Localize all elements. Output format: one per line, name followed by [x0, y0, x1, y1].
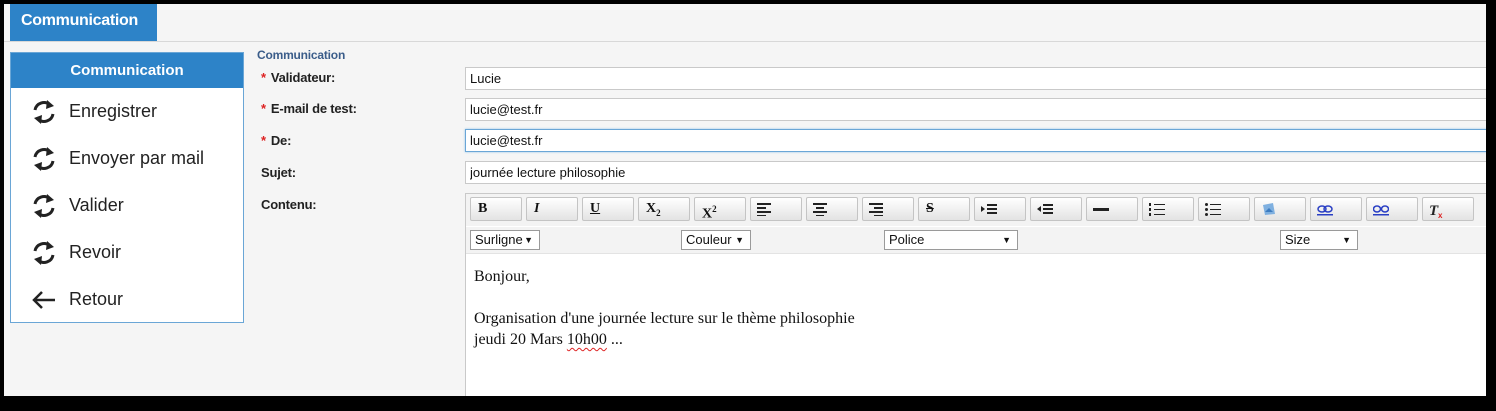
required-marker: *	[261, 101, 266, 116]
underline-button[interactable]: U	[582, 197, 634, 221]
editor-content-area[interactable]: Bonjour, Organisation d'une journée lect…	[466, 254, 1486, 396]
subscript-button[interactable]: X2	[638, 197, 690, 221]
side-menu: Communication Enregistrer Envoyer par ma…	[10, 52, 244, 323]
contenu-label: Contenu:	[261, 197, 317, 212]
strikethrough-button[interactable]: S	[918, 197, 970, 221]
horizontal-rule-button[interactable]	[1086, 197, 1138, 221]
size-dropdown[interactable]: Size ▼	[1280, 230, 1358, 250]
outdent-icon	[1037, 204, 1053, 214]
content-line: Bonjour,	[474, 268, 530, 285]
unlink-icon	[1373, 205, 1389, 216]
refresh-icon	[29, 97, 59, 127]
clear-format-icon: Tx	[1429, 203, 1443, 218]
menu-item-label: Envoyer par mail	[69, 148, 205, 168]
unlink-button[interactable]	[1366, 197, 1418, 221]
form-legend: Communication	[257, 48, 346, 62]
dropdown-arrow-icon: ▼	[735, 235, 744, 245]
menu-item-retour[interactable]: Retour	[11, 276, 243, 323]
menu-item-label: Revoir	[69, 242, 122, 262]
menu-item-revoir[interactable]: Revoir	[11, 229, 243, 276]
superscript-button[interactable]: X2	[694, 197, 746, 222]
align-right-icon	[869, 203, 883, 216]
align-center-button[interactable]	[806, 197, 858, 221]
editor-toolbar: B I U X2 X2 S T x	[466, 194, 1486, 226]
indent-button[interactable]	[974, 197, 1026, 221]
app-window: Communication Communication Enregistrer …	[4, 4, 1486, 396]
refresh-icon	[29, 144, 59, 174]
italic-button[interactable]: I	[526, 197, 578, 221]
dropdown-arrow-icon: ▼	[1002, 235, 1011, 245]
clear-format-button[interactable]: Tx	[1422, 197, 1474, 221]
insert-image-button[interactable]	[1254, 197, 1306, 221]
tab-communication[interactable]: Communication	[10, 4, 157, 41]
menu-item-envoyer-par-mail[interactable]: Envoyer par mail	[11, 135, 243, 182]
de-field[interactable]	[465, 129, 1486, 152]
indent-icon	[981, 204, 997, 214]
horizontal-rule-icon	[1093, 208, 1109, 211]
svg-text:x: x	[1438, 211, 1443, 218]
misspelled-word: 10h00	[566, 331, 607, 348]
bottom-border	[0, 396, 1496, 411]
sujet-field[interactable]	[465, 161, 1486, 184]
rich-text-editor: B I U X2 X2 S T x Surligne ▼ Couleur ▼ P…	[465, 193, 1486, 396]
arrow-left-icon	[29, 285, 59, 315]
validateur-label: * Validateur:	[261, 70, 336, 85]
menu-item-label: Enregistrer	[69, 101, 158, 121]
menu-item-enregistrer[interactable]: Enregistrer	[11, 88, 243, 135]
insert-link-button[interactable]	[1310, 197, 1362, 221]
content-line: jeudi 20 Mars 10h00 ...	[474, 331, 623, 348]
menu-item-label: Valider	[69, 195, 124, 215]
sujet-label: Sujet:	[261, 165, 296, 180]
outdent-button[interactable]	[1030, 197, 1082, 221]
required-marker: *	[261, 70, 266, 85]
bullet-list-icon	[1205, 203, 1221, 216]
numbered-list-icon	[1149, 203, 1165, 216]
image-icon	[1263, 203, 1275, 215]
link-icon	[1317, 205, 1333, 216]
side-menu-header: Communication	[11, 53, 243, 88]
menu-item-label: Retour	[69, 289, 124, 309]
top-tab-bar: Communication	[4, 4, 1486, 42]
align-left-button[interactable]	[750, 197, 802, 221]
refresh-icon	[29, 238, 59, 268]
highlight-dropdown[interactable]: Surligne ▼	[470, 230, 540, 250]
dropdown-arrow-icon: ▼	[1342, 235, 1351, 245]
align-left-icon	[757, 203, 771, 216]
menu-item-valider[interactable]: Valider	[11, 182, 243, 229]
refresh-icon	[29, 191, 59, 221]
email-test-label: * E-mail de test:	[261, 101, 357, 116]
content-line: Organisation d'une journée lecture sur l…	[474, 310, 855, 327]
numbered-list-button[interactable]	[1142, 197, 1194, 221]
email-test-field[interactable]	[465, 98, 1486, 121]
font-dropdown[interactable]: Police ▼	[884, 230, 1018, 250]
color-dropdown[interactable]: Couleur ▼	[681, 230, 751, 250]
de-label: * De:	[261, 133, 292, 148]
validateur-field[interactable]	[465, 67, 1486, 90]
align-right-button[interactable]	[862, 197, 914, 221]
required-marker: *	[261, 133, 266, 148]
align-center-icon	[813, 203, 827, 216]
dropdown-arrow-icon: ▼	[524, 235, 533, 245]
editor-format-dropdowns: Surligne ▼ Couleur ▼ Police ▼ Size ▼	[466, 227, 1486, 254]
bullet-list-button[interactable]	[1198, 197, 1250, 221]
bold-button[interactable]: B	[470, 197, 522, 221]
